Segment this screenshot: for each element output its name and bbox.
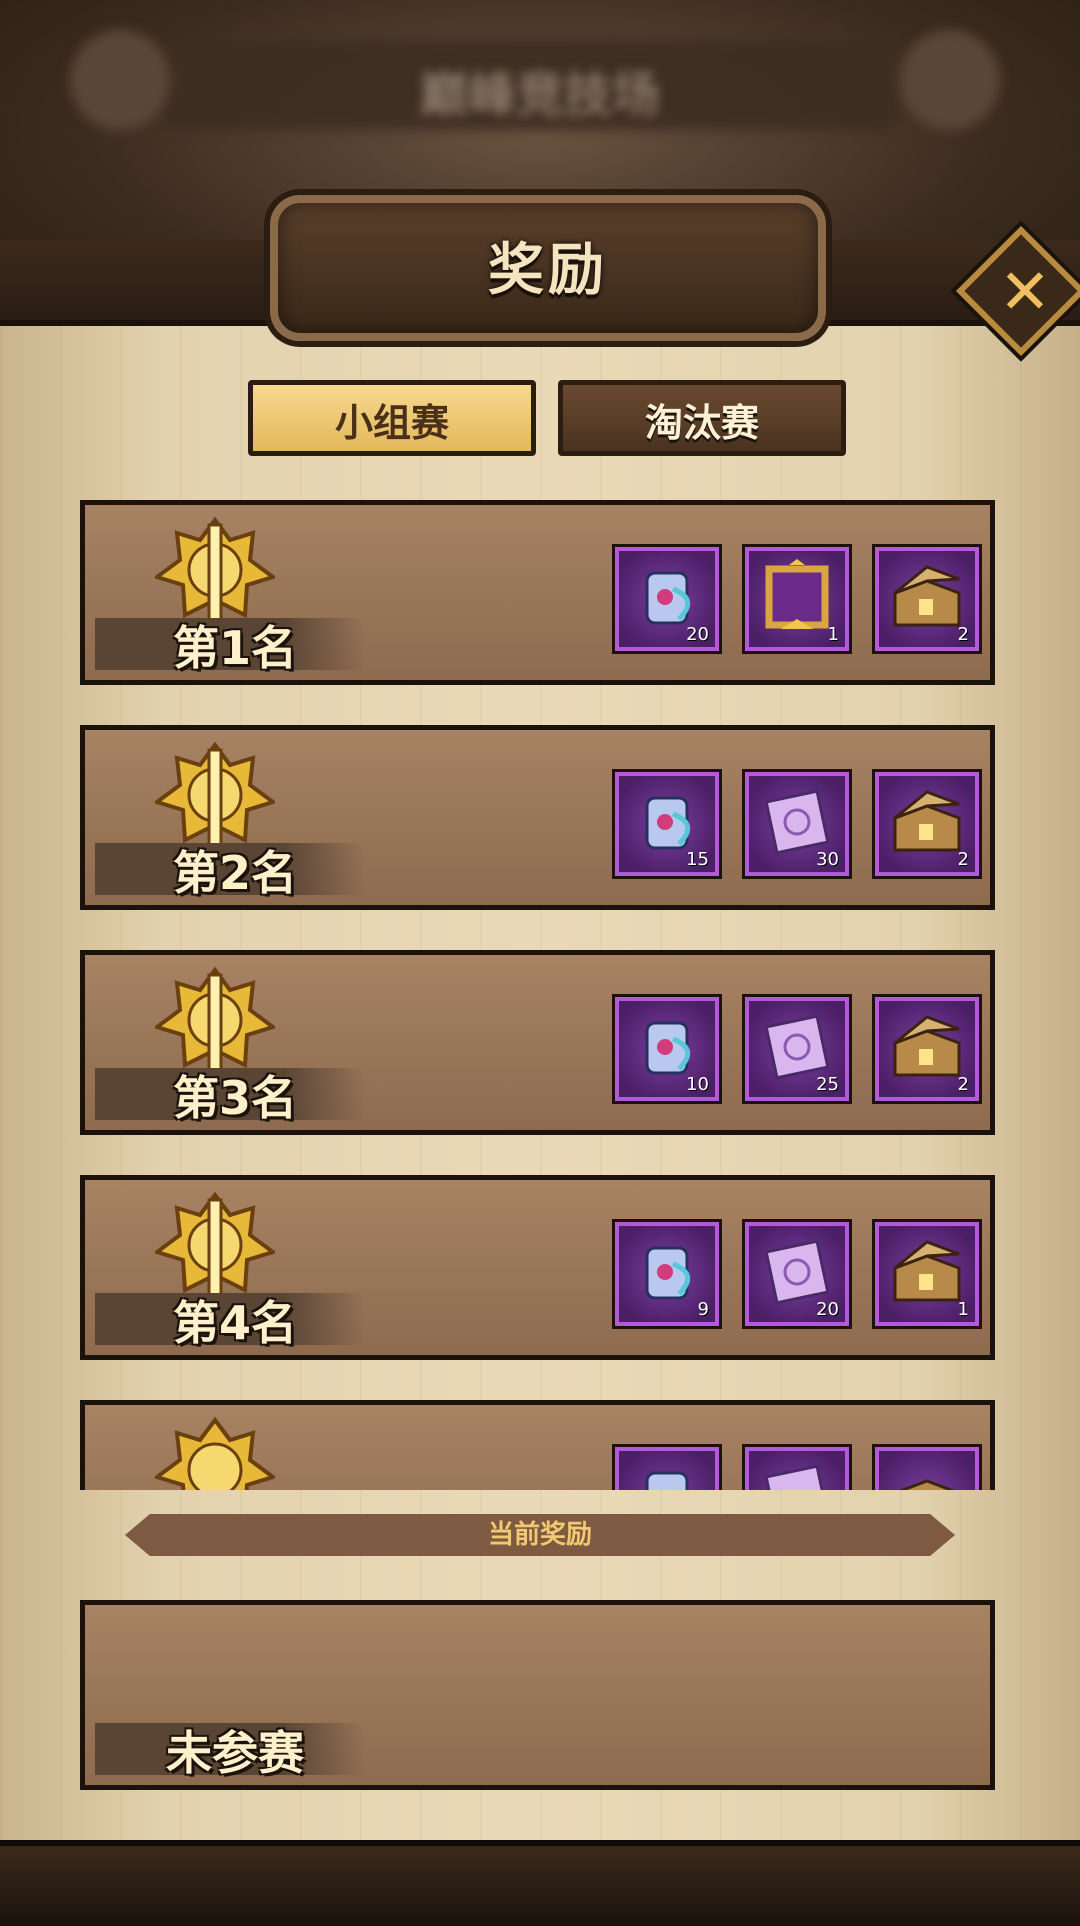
reward-row: 第4名 9 20 1 (80, 1175, 995, 1360)
reward-item-avatar-frame[interactable]: 1 (745, 547, 849, 651)
current-reward-title: 当前奖励 (487, 1520, 592, 1550)
blurred-settings-icon (900, 30, 1000, 130)
reward-item-stamp[interactable]: 30 (745, 772, 849, 876)
reward-item-chest[interactable]: 2 (875, 772, 979, 876)
item-count: 25 (816, 1074, 839, 1095)
reward-item-chest[interactable]: 2 (875, 547, 979, 651)
treasure-chest-icon (893, 1240, 961, 1302)
current-reward-row: 未参赛 (80, 1600, 995, 1790)
scroll-icon (645, 1471, 689, 1490)
tab-group-stage[interactable]: 小组赛 (248, 380, 536, 456)
reward-row: 第1名 20 1 2 (80, 500, 995, 685)
item-count: 1 (827, 624, 839, 645)
tab-knockout[interactable]: 淘汰赛 (558, 380, 846, 456)
rank-label: 第3名 (172, 1071, 297, 1125)
avatar-frame-icon (765, 559, 829, 629)
reward-item-chest[interactable] (875, 1447, 979, 1490)
rank-label: 第1名 (172, 621, 297, 675)
close-icon[interactable]: ✕ (990, 257, 1060, 327)
item-count: 2 (957, 1074, 969, 1095)
reward-item-scroll[interactable]: 10 (615, 997, 719, 1101)
item-count: 30 (816, 849, 839, 870)
item-count: 20 (686, 624, 709, 645)
item-count: 2 (957, 849, 969, 870)
reward-row: 第2名 15 30 2 (80, 725, 995, 910)
reward-item-stamp[interactable] (745, 1447, 849, 1490)
reward-item-chest[interactable]: 1 (875, 1222, 979, 1326)
treasure-chest-icon (893, 790, 961, 852)
rank-medal-icon (155, 1416, 275, 1490)
rank-label: 第4名 (172, 1296, 297, 1350)
item-count: 15 (686, 849, 709, 870)
reward-row (80, 1400, 995, 1490)
rank-label: 第2名 (172, 846, 297, 900)
item-count: 2 (957, 624, 969, 645)
bottom-frame (0, 1840, 1080, 1926)
scroll-icon (645, 1246, 691, 1300)
reward-item-stamp[interactable]: 25 (745, 997, 849, 1101)
item-count: 9 (697, 1299, 709, 1320)
reward-item-chest[interactable]: 2 (875, 997, 979, 1101)
reward-row: 第3名 10 25 2 (80, 950, 995, 1135)
stamp-ticket-icon (764, 1464, 830, 1490)
item-count: 20 (816, 1299, 839, 1320)
item-count: 10 (686, 1074, 709, 1095)
page-title: 奖励 (488, 238, 608, 303)
reward-item-stamp[interactable]: 20 (745, 1222, 849, 1326)
reward-item-scroll[interactable]: 20 (615, 547, 719, 651)
reward-list[interactable]: 第1名 20 1 2 第2名 15 30 2 第3名 10 25 2 第4名 9… (0, 500, 1080, 1490)
reward-item-scroll[interactable] (615, 1447, 719, 1490)
background-banner-text: 巅峰竞技场 (419, 67, 660, 123)
treasure-chest-icon (898, 1479, 956, 1490)
reward-item-scroll[interactable]: 9 (615, 1222, 719, 1326)
current-status-label: 未参赛 (166, 1726, 304, 1780)
treasure-chest-icon (893, 1015, 961, 1077)
treasure-chest-icon (893, 565, 961, 627)
blurred-help-icon (70, 30, 170, 130)
item-count: 1 (957, 1299, 969, 1320)
reward-item-scroll[interactable]: 15 (615, 772, 719, 876)
